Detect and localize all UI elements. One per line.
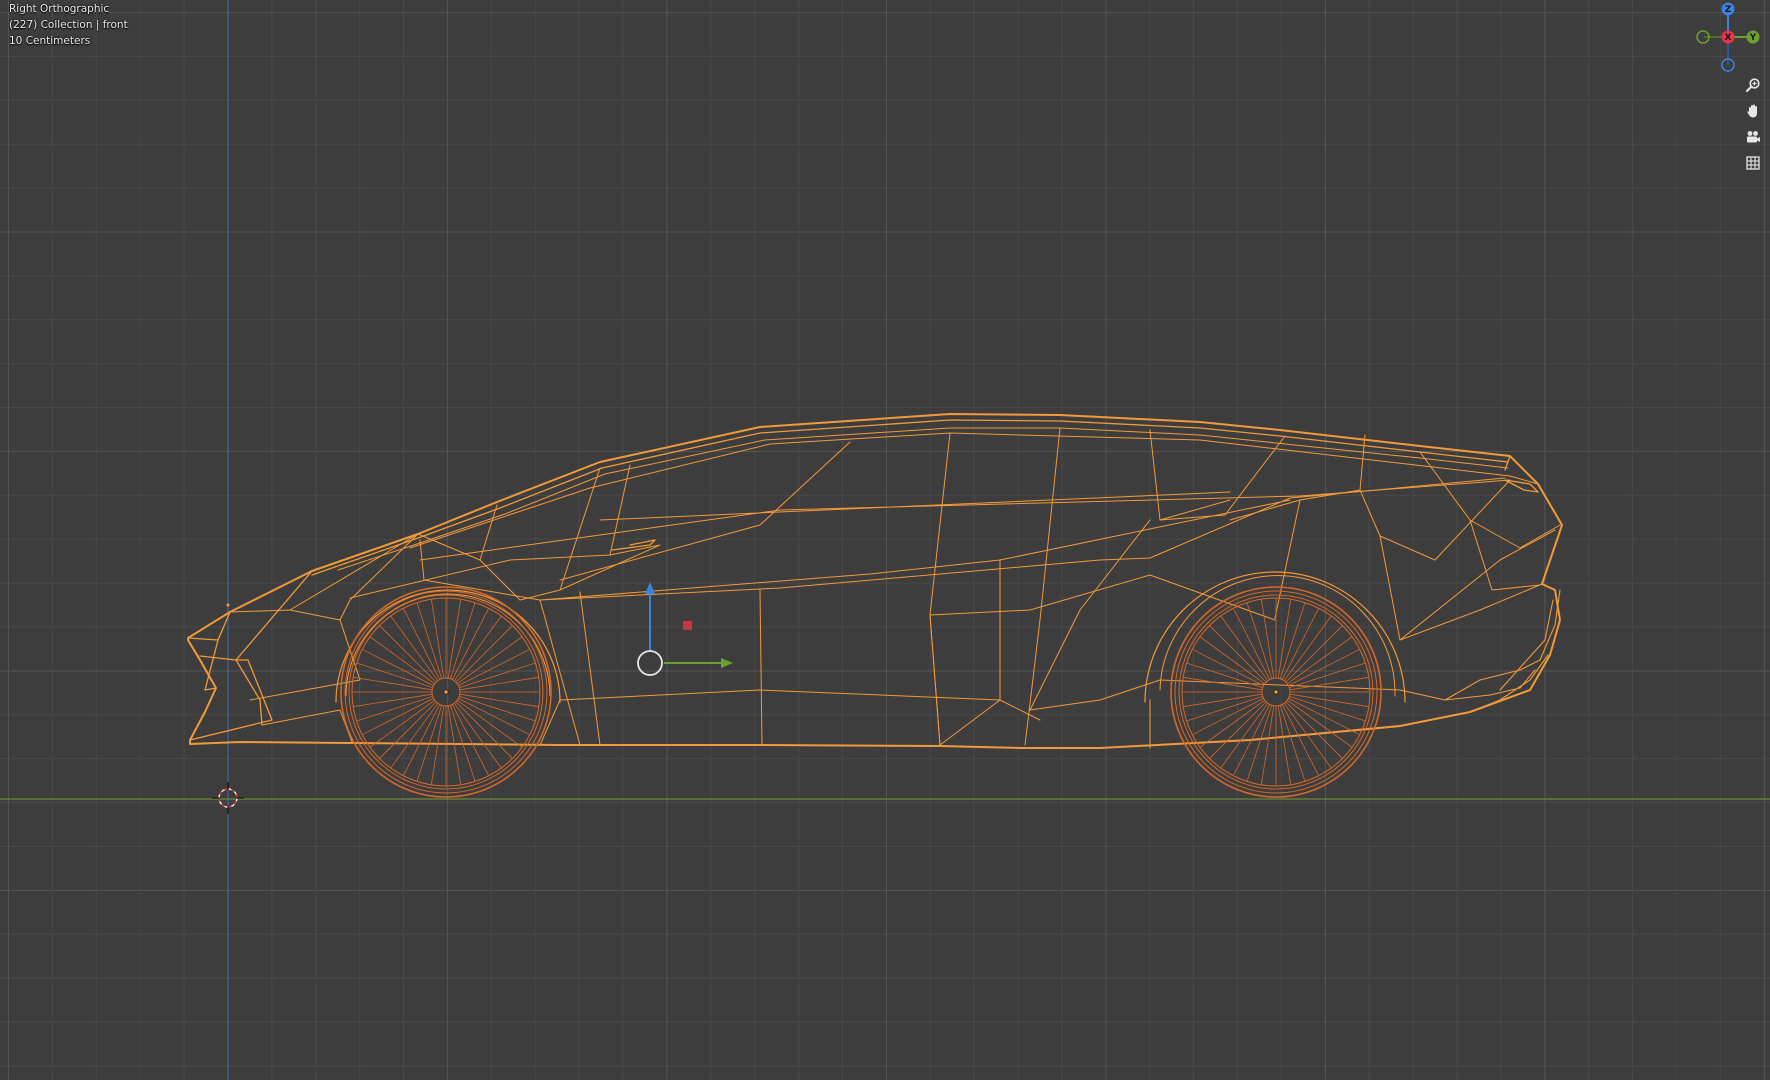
svg-text:Y: Y: [1749, 33, 1757, 43]
car-body-wireframe[interactable]: [187, 413, 1563, 749]
camera-icon: [1747, 131, 1760, 143]
front-wheel-wireframe[interactable]: [340, 586, 552, 798]
pan-button[interactable]: [1742, 100, 1764, 122]
navigation-gizmo[interactable]: Z Y X: [1690, 0, 1770, 80]
gizmo-x-axis[interactable]: X: [1721, 30, 1735, 44]
y-arrow-handle[interactable]: [721, 658, 733, 668]
zoom-button[interactable]: [1742, 74, 1764, 96]
zoom-icon: [1745, 78, 1760, 93]
gizmo-z-axis[interactable]: Z: [1721, 2, 1735, 16]
rear-wheel-wireframe[interactable]: [1170, 586, 1382, 798]
collection-label: (227) Collection | front: [9, 19, 128, 31]
3d-viewport[interactable]: Right Orthographic (227) Collection | fr…: [0, 0, 1770, 1080]
camera-view-button[interactable]: [1742, 126, 1764, 148]
grid-ortho-icon: [1746, 156, 1760, 170]
move-center-handle[interactable]: [637, 650, 663, 676]
hand-pan-icon: [1747, 104, 1757, 118]
svg-text:Z: Z: [1725, 5, 1732, 15]
viewport-text-info: Right Orthographic (227) Collection | fr…: [9, 1, 128, 49]
view-name-label: Right Orthographic: [9, 3, 110, 15]
svg-text:X: X: [1725, 33, 1732, 43]
gizmo-y-axis[interactable]: Y: [1746, 30, 1760, 44]
z-arrow-handle[interactable]: [645, 582, 655, 594]
yz-plane-handle[interactable]: [683, 621, 692, 630]
navigation-tools: [1742, 74, 1764, 174]
transform-gizmo[interactable]: [637, 582, 733, 676]
toggle-ortho-button[interactable]: [1742, 152, 1764, 174]
scene-canvas[interactable]: [0, 0, 1770, 1080]
grid-scale-label: 10 Centimeters: [9, 35, 91, 47]
